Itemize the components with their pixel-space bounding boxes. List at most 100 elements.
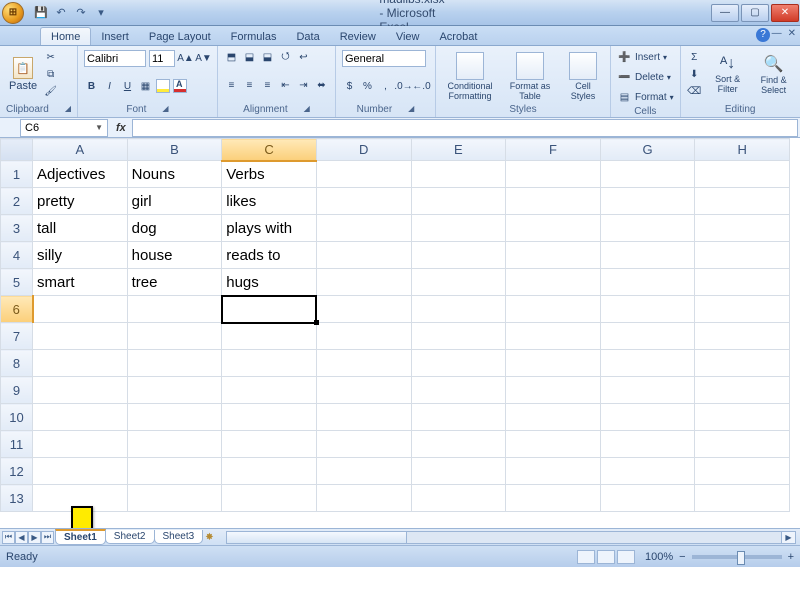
tab-view[interactable]: View — [386, 28, 430, 45]
column-header-f[interactable]: F — [506, 139, 601, 161]
cell[interactable] — [33, 458, 128, 485]
format-painter-icon[interactable]: 🖌 — [43, 84, 58, 99]
cell[interactable] — [600, 377, 695, 404]
column-header-h[interactable]: H — [695, 139, 790, 161]
cell[interactable] — [127, 431, 222, 458]
cell[interactable] — [411, 377, 506, 404]
cell[interactable] — [506, 323, 601, 350]
cell[interactable] — [127, 350, 222, 377]
cell[interactable]: likes — [222, 188, 317, 215]
row-header[interactable]: 5 — [1, 269, 33, 296]
cell[interactable] — [316, 377, 411, 404]
cell[interactable]: pretty — [33, 188, 128, 215]
cell[interactable] — [695, 242, 790, 269]
cell[interactable] — [222, 404, 317, 431]
sheet-tab-sheet2[interactable]: Sheet2 — [105, 530, 155, 544]
cell[interactable] — [411, 458, 506, 485]
fx-icon[interactable]: fx — [116, 122, 126, 134]
cell[interactable] — [316, 404, 411, 431]
sort-filter-button[interactable]: ᴬ↓Sort & Filter — [708, 53, 748, 96]
cell[interactable] — [127, 296, 222, 323]
cell[interactable] — [695, 296, 790, 323]
cell[interactable] — [506, 161, 601, 188]
maximize-button[interactable]: ▢ — [741, 4, 769, 22]
tab-home[interactable]: Home — [40, 27, 91, 45]
cell[interactable] — [316, 242, 411, 269]
cell[interactable]: house — [127, 242, 222, 269]
sheet-tab-sheet1[interactable]: Sheet1 — [55, 529, 106, 545]
italic-button[interactable]: I — [102, 79, 117, 94]
merge-center-icon[interactable]: ⬌ — [314, 78, 329, 93]
cut-icon[interactable]: ✂ — [43, 50, 58, 65]
tab-insert[interactable]: Insert — [91, 28, 139, 45]
close-button[interactable]: ✕ — [771, 4, 799, 22]
fill-icon[interactable]: ⬇ — [687, 67, 702, 82]
cell[interactable] — [506, 350, 601, 377]
border-icon[interactable]: ▦ — [138, 79, 153, 94]
underline-button[interactable]: U — [120, 79, 135, 94]
tab-nav-last-icon[interactable]: ⏭ — [41, 531, 54, 544]
cell[interactable] — [222, 485, 317, 512]
cell[interactable] — [316, 431, 411, 458]
cell[interactable] — [506, 269, 601, 296]
cell[interactable] — [33, 377, 128, 404]
zoom-level[interactable]: 100% — [645, 551, 673, 563]
cell[interactable] — [316, 269, 411, 296]
cell[interactable] — [222, 323, 317, 350]
cell[interactable] — [33, 431, 128, 458]
cell[interactable]: girl — [127, 188, 222, 215]
cell[interactable] — [411, 404, 506, 431]
save-icon[interactable]: 💾 — [34, 6, 48, 20]
cell[interactable] — [695, 404, 790, 431]
cell[interactable] — [411, 188, 506, 215]
cell[interactable] — [411, 215, 506, 242]
currency-icon[interactable]: $ — [342, 79, 357, 94]
tab-data[interactable]: Data — [286, 28, 329, 45]
undo-icon[interactable]: ↶ — [54, 6, 68, 20]
cell[interactable] — [506, 458, 601, 485]
shrink-font-icon[interactable]: A▼ — [196, 51, 211, 66]
format-cells-icon[interactable]: ▤ — [617, 90, 632, 105]
row-header[interactable]: 2 — [1, 188, 33, 215]
cell-styles-button[interactable]: Cell Styles — [562, 50, 604, 103]
page-layout-view-icon[interactable] — [597, 550, 615, 564]
cell[interactable] — [506, 404, 601, 431]
minimize-button[interactable]: — — [711, 4, 739, 22]
cell[interactable] — [600, 350, 695, 377]
tab-page-layout[interactable]: Page Layout — [139, 28, 221, 45]
column-header-a[interactable]: A — [33, 139, 128, 161]
cell[interactable] — [695, 323, 790, 350]
column-header-b[interactable]: B — [127, 139, 222, 161]
cell[interactable]: Adjectives — [33, 161, 128, 188]
cell[interactable] — [316, 323, 411, 350]
decrease-decimal-icon[interactable]: ←.0 — [414, 79, 429, 94]
cell[interactable] — [600, 485, 695, 512]
cell[interactable]: tree — [127, 269, 222, 296]
cell[interactable]: reads to — [222, 242, 317, 269]
cell[interactable] — [33, 350, 128, 377]
cell[interactable] — [222, 377, 317, 404]
copy-icon[interactable]: ⧉ — [43, 67, 58, 82]
column-header-g[interactable]: G — [600, 139, 695, 161]
cell[interactable] — [506, 242, 601, 269]
cell[interactable]: dog — [127, 215, 222, 242]
formula-input[interactable] — [132, 119, 798, 137]
tab-nav-first-icon[interactable]: ⏮ — [2, 531, 15, 544]
increase-decimal-icon[interactable]: .0→ — [396, 79, 411, 94]
cell[interactable] — [695, 161, 790, 188]
help-icon[interactable]: ? — [756, 28, 770, 42]
row-header[interactable]: 12 — [1, 458, 33, 485]
decrease-indent-icon[interactable]: ⇤ — [278, 78, 293, 93]
redo-icon[interactable]: ↷ — [74, 6, 88, 20]
cell[interactable] — [411, 161, 506, 188]
cell[interactable] — [316, 188, 411, 215]
zoom-slider[interactable] — [692, 555, 782, 559]
bold-button[interactable]: B — [84, 79, 99, 94]
zoom-in-icon[interactable]: + — [788, 551, 794, 563]
delete-cells-button[interactable]: Delete — [635, 72, 664, 83]
row-header[interactable]: 7 — [1, 323, 33, 350]
cell[interactable] — [127, 404, 222, 431]
cell[interactable]: smart — [33, 269, 128, 296]
horizontal-scrollbar[interactable]: ▶ — [226, 531, 796, 544]
spreadsheet-grid[interactable]: A B C D E F G H 1AdjectivesNounsVerbs2pr… — [0, 138, 790, 512]
